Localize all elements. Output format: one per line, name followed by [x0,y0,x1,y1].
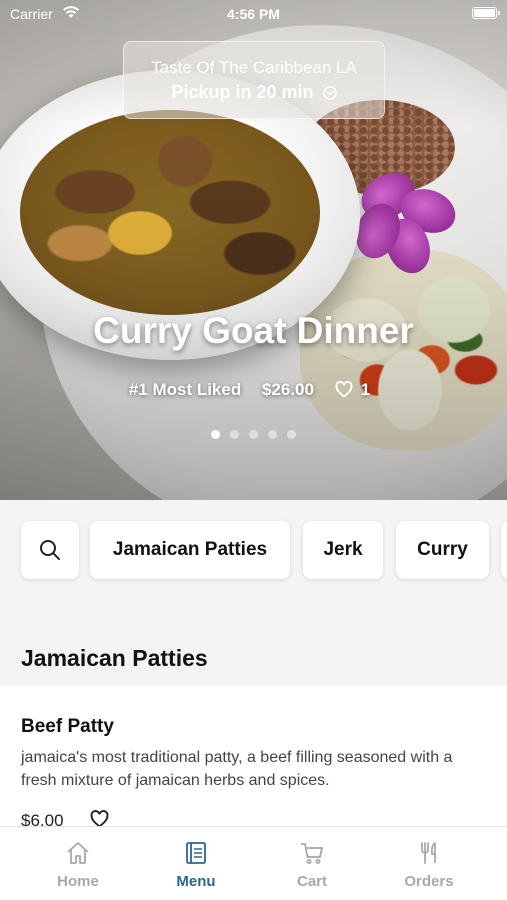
featured-dish-title: Curry Goat Dinner [93,310,414,351]
chevron-down-circle-icon [322,86,337,100]
tab-menu-label: Menu [176,873,216,890]
section-title: Jamaican Patties [21,645,208,671]
tab-orders-label: Orders [404,873,454,890]
category-next[interactable] [501,521,507,579]
menu-item-description: jamaica's most traditional patty, a beef… [21,749,453,789]
store-name: Taste Of The Caribbean LA [151,58,357,77]
home-icon [67,842,89,864]
heart-icon [335,381,353,398]
battery-icon [472,7,500,19]
category-bar[interactable]: Jamaican Patties Jerk Curry [0,500,507,610]
search-button[interactable] [21,521,79,579]
search-icon [40,540,60,560]
tab-home[interactable]: Home [15,827,141,900]
tab-menu[interactable]: Menu [133,827,259,900]
tab-cart[interactable]: Cart [249,827,375,900]
carousel-dot[interactable] [268,430,277,439]
status-bar: Carrier 4:56 PM [0,0,507,28]
carousel-dot[interactable] [230,430,239,439]
utensils-icon [421,842,436,864]
carousel-dot[interactable] [249,430,258,439]
featured-price: $26.00 [261,380,314,399]
pickup-time[interactable]: Pickup in 20 min [124,82,384,103]
category-curry[interactable]: Curry [396,521,489,579]
rank-badge: #1 Most Liked [128,380,242,399]
carousel-dot[interactable] [211,430,220,439]
menu-icon [186,842,206,864]
category-jamaican-patties[interactable]: Jamaican Patties [90,521,290,579]
featured-dish-meta: #1 Most Liked $26.00 1 [0,380,507,400]
store-pickup-card[interactable]: Taste Of The Caribbean LA Pickup in 20 m… [123,41,385,119]
tab-bar: Home Menu Cart Orders [0,826,507,900]
carousel-dot[interactable] [287,430,296,439]
clock: 4:56 PM [227,6,280,22]
like-count[interactable]: 1 [335,380,378,399]
menu-item-name: Beef Patty [21,716,114,737]
carousel-indicator[interactable] [0,430,507,439]
category-jerk[interactable]: Jerk [303,521,383,579]
cart-icon [301,843,323,864]
tab-orders[interactable]: Orders [366,827,492,900]
tab-home-label: Home [57,873,99,890]
tab-cart-label: Cart [296,873,327,890]
